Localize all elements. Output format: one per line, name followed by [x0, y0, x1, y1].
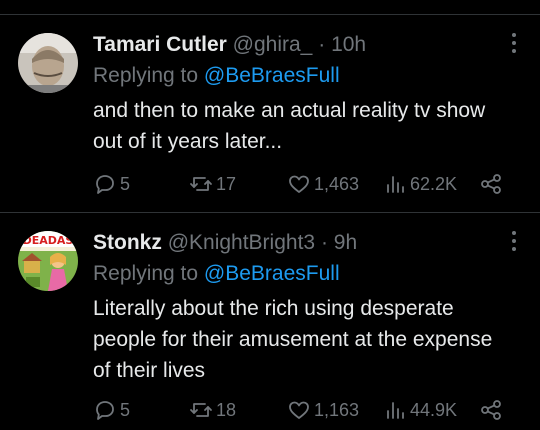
replying-to-line: Replying to @BeBraesFull [93, 62, 340, 90]
views-icon [387, 402, 404, 419]
repost-button[interactable]: 17 [189, 172, 236, 196]
like-count: 1,163 [314, 399, 360, 420]
like-count: 1,463 [314, 173, 360, 194]
reply-count: 5 [120, 173, 131, 194]
reply-count: 5 [120, 399, 131, 420]
reply-tweet[interactable]: Tamari Cutler @ghira_ · 10h Replying to … [0, 15, 540, 212]
repost-count: 17 [216, 173, 237, 194]
like-button[interactable]: 1,463 [287, 172, 359, 196]
mention-link[interactable]: @BeBraesFull [204, 64, 340, 87]
replying-to-label: Replying to [93, 64, 199, 87]
repost-icon [190, 177, 212, 191]
mention-link[interactable]: @BeBraesFull [204, 262, 340, 285]
user-handle[interactable]: @ghira_ [233, 33, 313, 56]
repost-button[interactable]: 18 [189, 398, 236, 422]
timestamp[interactable]: 9h [334, 231, 357, 254]
share-button[interactable] [479, 398, 506, 422]
tweet-header: Tamari Cutler @ghira_ · 10h [93, 31, 366, 59]
tweet-text: and then to make an actual reality tv sh… [93, 99, 486, 153]
display-name[interactable]: Tamari Cutler [93, 33, 227, 56]
avatar[interactable]: DEADAS [18, 231, 78, 291]
separator-dot: · [318, 33, 326, 56]
replying-to-label: Replying to [93, 262, 199, 285]
separator-dot: · [320, 231, 328, 254]
replying-to-line: Replying to @BeBraesFull [93, 260, 340, 288]
display-name[interactable]: Stonkz [93, 231, 162, 254]
view-count: 62.2K [410, 173, 458, 194]
views-icon [387, 176, 404, 193]
repost-icon [190, 403, 212, 417]
repost-count: 18 [216, 399, 237, 420]
heart-icon [289, 401, 309, 419]
timestamp[interactable]: 10h [331, 33, 366, 56]
reply-icon [96, 175, 114, 194]
share-icon [481, 400, 501, 420]
more-options-icon[interactable] [510, 33, 518, 55]
view-count: 44.9K [410, 399, 458, 420]
tweet-text: Literally about the rich using desperate… [93, 297, 493, 382]
reply-tweet[interactable]: DEADAS Stonkz @KnightBright3 · 9h Replyi… [0, 213, 540, 430]
tweet-header: Stonkz @KnightBright3 · 9h [93, 229, 357, 257]
views-button[interactable]: 62.2K [383, 172, 457, 196]
like-button[interactable]: 1,163 [287, 398, 359, 422]
share-icon [481, 174, 501, 194]
user-handle[interactable]: @KnightBright3 [168, 231, 315, 254]
heart-icon [289, 175, 309, 193]
more-options-icon[interactable] [510, 231, 518, 253]
views-button[interactable]: 44.9K [383, 398, 457, 422]
share-button[interactable] [479, 172, 506, 196]
avatar[interactable] [18, 33, 78, 93]
reply-button[interactable]: 5 [93, 398, 130, 422]
avatar-text: DEADAS [23, 234, 74, 247]
reply-icon [96, 401, 114, 420]
reply-button[interactable]: 5 [93, 172, 130, 196]
